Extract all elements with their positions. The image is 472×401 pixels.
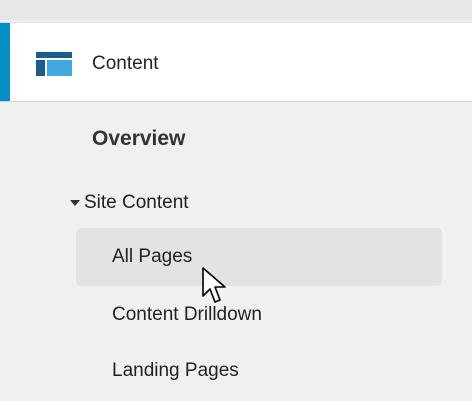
nav-item-landing-pages[interactable]: Landing Pages (76, 342, 442, 400)
mouse-cursor-icon (202, 267, 226, 303)
site-content-toggle[interactable]: Site Content (70, 190, 189, 216)
top-strip (0, 0, 472, 20)
active-accent-bar (0, 23, 10, 101)
section-header-content[interactable]: Content (0, 22, 472, 102)
section-label: Content (92, 53, 159, 74)
content-icon (36, 52, 72, 76)
sidebar-nav: Content Overview Site Content All Pages … (0, 0, 472, 401)
site-content-label: Site Content (84, 192, 189, 213)
caret-down-icon (70, 200, 80, 206)
nav-item-overview[interactable]: Overview (92, 127, 185, 151)
nav-item-all-pages[interactable]: All Pages (76, 228, 442, 286)
nav-item-content-drilldown[interactable]: Content Drilldown (76, 286, 442, 344)
